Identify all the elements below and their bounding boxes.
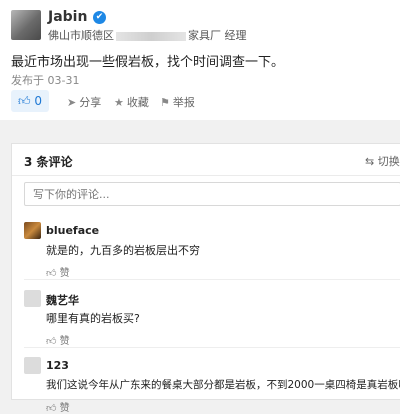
divider: [24, 347, 400, 348]
comment-like-label: 赞: [59, 336, 70, 347]
thumbs-up-icon: 👍︎: [17, 94, 31, 108]
comment-like-label: 赞: [59, 403, 70, 414]
comment-author[interactable]: 魏艺华: [46, 292, 79, 308]
divider: [12, 175, 400, 176]
comment-like-label: 赞: [59, 268, 70, 279]
user-location: 佛山市顺德区: [48, 29, 114, 42]
post-date: 发布于 03-31: [11, 74, 80, 87]
username[interactable]: Jabin: [48, 9, 87, 25]
comment-text: 就是的，九百多的岩板层出不穷: [46, 244, 200, 257]
comment-author[interactable]: 123: [46, 359, 69, 372]
flag-icon: ⚑: [160, 96, 170, 109]
comment-text: 哪里有真的岩板买?: [46, 312, 140, 325]
switch-label: 切换为: [377, 155, 400, 168]
share-button[interactable]: ➤ 分享: [67, 94, 101, 110]
switch-icon: ⇆: [365, 155, 375, 168]
post-content: 最近市场出现一些假岩板，找个时间调查一下。: [11, 55, 285, 70]
avatar[interactable]: [11, 10, 41, 40]
share-arrow-icon: ➤: [67, 96, 77, 109]
comment-avatar[interactable]: [24, 357, 41, 374]
user-role: 经理: [224, 29, 247, 42]
comment-author[interactable]: blueface: [46, 224, 99, 237]
comment-input[interactable]: [24, 182, 400, 206]
blurred-company-name: [116, 31, 186, 41]
comment-like-button[interactable]: 👍︎ 赞: [46, 399, 70, 414]
post-actions: 👍︎ 0 ➤ 分享 ★ 收藏 ⚑ 举报: [0, 90, 400, 112]
user-company-suffix: 家具厂: [188, 29, 221, 42]
comments-panel: 3 条评论 ⇆ 切换为 blueface 就是的，九百多的岩板层出不穷 👍︎ 赞…: [11, 143, 400, 414]
switch-sort-button[interactable]: ⇆ 切换为: [365, 153, 400, 169]
report-button[interactable]: ⚑ 举报: [160, 94, 195, 110]
star-icon: ★: [114, 96, 124, 109]
divider: [24, 279, 400, 280]
thumbs-up-icon: 👍︎: [46, 336, 57, 347]
post-card: Jabin ✔ 佛山市顺德区 家具厂 经理 最近市场出现一些假岩板，找个时间调查一…: [0, 0, 400, 120]
report-label: 举报: [172, 96, 195, 109]
favorite-button[interactable]: ★ 收藏: [114, 94, 149, 110]
favorite-label: 收藏: [126, 96, 149, 109]
comment-like-button[interactable]: 👍︎ 赞: [46, 264, 70, 279]
share-label: 分享: [79, 96, 102, 109]
user-info: 佛山市顺德区 家具厂 经理: [48, 27, 247, 43]
comment-text: 我们这说今年从广东来的餐桌大部分都是岩板，不到2000一桌四椅是真岩板吗: [46, 379, 400, 391]
verified-icon: ✔: [93, 11, 106, 24]
comment-like-button[interactable]: 👍︎ 赞: [46, 332, 70, 347]
thumbs-up-icon: 👍︎: [46, 268, 57, 279]
thumbs-up-icon: 👍︎: [46, 403, 57, 414]
like-button[interactable]: 👍︎ 0: [11, 90, 49, 112]
like-count: 0: [34, 94, 42, 108]
comment-avatar[interactable]: [24, 290, 41, 307]
comments-count-title: 3 条评论: [24, 155, 73, 169]
comment-avatar[interactable]: [24, 222, 41, 239]
